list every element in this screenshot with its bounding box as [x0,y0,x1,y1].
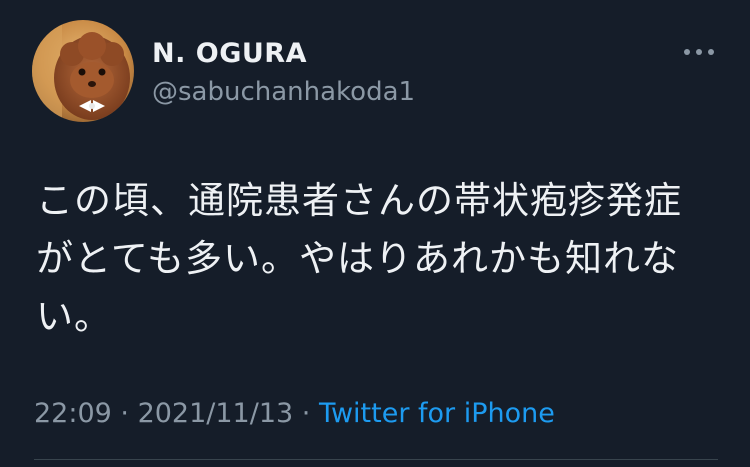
more-horizontal-icon[interactable] [682,44,716,58]
tweet-time[interactable]: 22:09 [34,398,112,429]
tweet-meta: 22:09 · 2021/11/13 · Twitter for iPhone [34,398,555,429]
tweet-source-link[interactable]: Twitter for iPhone [319,398,555,429]
meta-separator: · [111,398,138,429]
divider [34,459,718,460]
avatar[interactable] [32,20,134,122]
tweet-card: N. OGURA @sabuchanhakoda1 この頃、通院患者さんの帯状疱… [0,0,750,467]
user-handle[interactable]: @sabuchanhakoda1 [152,77,415,107]
meta-separator-2: · [293,398,319,429]
tweet-date[interactable]: 2021/11/13 [138,398,294,429]
dog-avatar-image [32,20,134,122]
tweet-text: この頃、通院患者さんの帯状疱疹発症がとても多い。やはりあれかも知れない。 [36,179,682,338]
display-name[interactable]: N. OGURA [152,38,307,69]
